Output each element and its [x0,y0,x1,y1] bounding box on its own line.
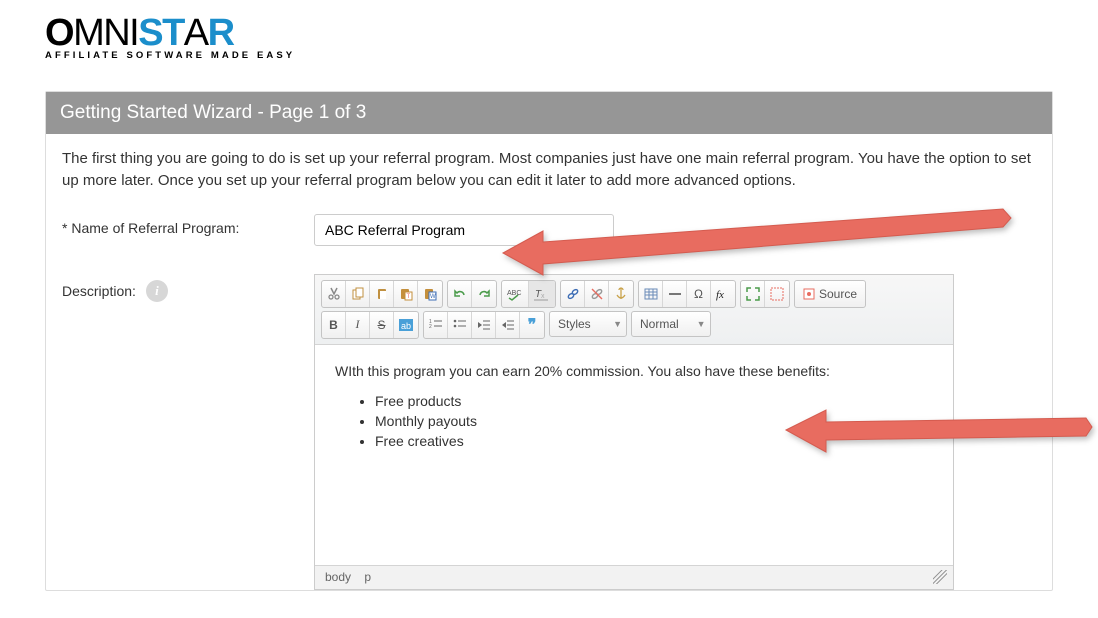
editor-list[interactable]: Free products Monthly payouts Free creat… [335,393,933,449]
format-combo[interactable]: Normal▼ [631,311,711,337]
svg-text:ABC: ABC [507,290,521,297]
rich-text-editor: T W ABC Tx [314,274,954,590]
maximize-icon[interactable] [741,281,765,307]
editor-content[interactable]: WIth this program you can earn 20% commi… [315,345,953,565]
removeformat-icon[interactable]: Tx [529,281,555,307]
program-name-input[interactable] [314,214,614,246]
specialchar-icon[interactable]: Ω [687,281,711,307]
hr-icon[interactable] [663,281,687,307]
source-button[interactable]: Source [795,281,865,307]
wizard-panel: Getting Started Wizard - Page 1 of 3 The… [45,91,1053,591]
editor-toolbar: T W ABC Tx [315,275,953,345]
bulletlist-icon[interactable] [448,312,472,338]
svg-text:x: x [541,293,545,300]
elements-path-p[interactable]: p [364,570,371,584]
page-title: Getting Started Wizard - Page 1 of 3 [46,92,1052,134]
elements-path-body[interactable]: body [325,570,351,584]
italic-button[interactable]: I [346,312,370,338]
undo-icon[interactable] [448,281,472,307]
styles-combo[interactable]: Styles▼ [549,311,627,337]
outdent-icon[interactable] [472,312,496,338]
numlist-icon[interactable]: 12 [424,312,448,338]
spellcheck-icon[interactable]: ABC [502,281,529,307]
svg-text:W: W [430,294,436,300]
showblocks-icon[interactable] [765,281,789,307]
svg-text:ab: ab [401,321,411,331]
bold-button[interactable]: B [322,312,346,338]
svg-text:Ω: Ω [694,287,703,301]
list-item[interactable]: Free creatives [375,433,933,449]
brand-tagline: AFFILIATE SOFTWARE MADE EASY [45,50,1053,61]
chevron-down-icon: ▼ [613,319,622,329]
description-label: Description: [62,283,136,299]
intro-text: The first thing you are going to do is s… [62,148,1036,192]
info-icon[interactable]: i [146,280,168,302]
formula-icon[interactable]: fx [711,281,735,307]
strike-button[interactable]: S [370,312,394,338]
paste-word-icon[interactable]: W [418,281,442,307]
list-item[interactable]: Free products [375,393,933,409]
indent-icon[interactable] [496,312,520,338]
bgcolor-icon[interactable]: ab [394,312,418,338]
cut-icon[interactable] [322,281,346,307]
resize-handle[interactable] [933,570,947,584]
unlink-icon[interactable] [585,281,609,307]
table-icon[interactable] [639,281,663,307]
program-name-label: * Name of Referral Program: [62,214,314,236]
editor-paragraph[interactable]: WIth this program you can earn 20% commi… [335,363,933,379]
link-icon[interactable] [561,281,585,307]
paste-text-icon[interactable]: T [394,281,418,307]
redo-icon[interactable] [472,281,496,307]
svg-text:fx: fx [716,289,724,301]
copy-icon[interactable] [346,281,370,307]
list-item[interactable]: Monthly payouts [375,413,933,429]
blockquote-icon[interactable]: ❞ [520,312,544,338]
chevron-down-icon: ▼ [697,319,706,329]
paste-icon[interactable] [370,281,394,307]
svg-text:2: 2 [429,324,432,330]
svg-text:T: T [406,294,410,300]
brand-logo: OMNISTAR AFFILIATE SOFTWARE MADE EASY [45,14,1053,61]
anchor-icon[interactable] [609,281,633,307]
